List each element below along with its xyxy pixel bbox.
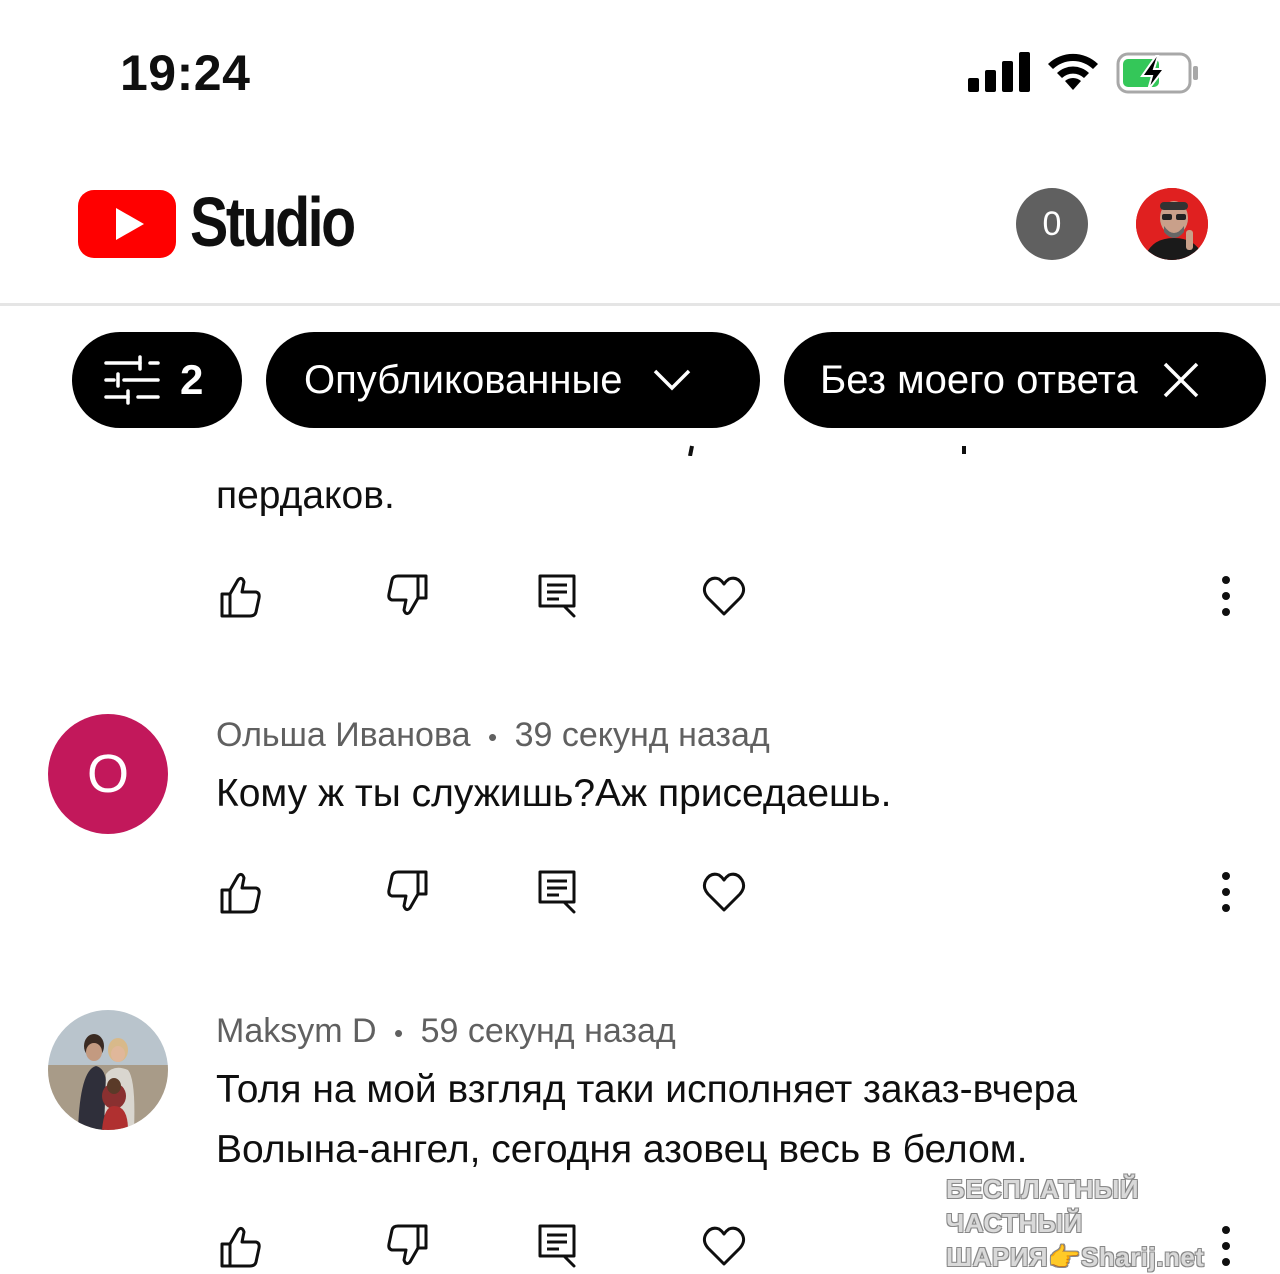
close-icon[interactable]	[1162, 361, 1200, 399]
thumbs-up-icon[interactable]	[216, 1222, 264, 1270]
thumbs-down-icon[interactable]	[384, 572, 432, 620]
thumbs-down-icon[interactable]	[384, 1222, 432, 1270]
clipped-text-fragment	[688, 445, 966, 456]
cellular-signal-icon	[968, 52, 1030, 92]
comment-time: 39 секунд назад	[514, 716, 770, 754]
thumbs-up-icon[interactable]	[216, 868, 264, 916]
status-filter-chip[interactable]: Опубликованные	[266, 332, 760, 428]
chevron-down-icon	[654, 369, 691, 391]
meta-separator: •	[394, 1018, 404, 1048]
commenter-avatar[interactable]: О	[48, 714, 168, 834]
watermark: БЕСПЛАТНЫЙ ЧАСТНЫЙ ШАРИЯ👉Sharij.net	[946, 1172, 1256, 1272]
account-avatar[interactable]	[1136, 188, 1208, 260]
avatar-letter: О	[86, 744, 129, 804]
watermark-line: БЕСПЛАТНЫЙ ЧАСТНЫЙ	[946, 1174, 1140, 1238]
studio-logo-text: Studio	[190, 183, 356, 261]
reply-comment-icon[interactable]	[534, 572, 582, 620]
comment-meta: Maksym D • 59 секунд назад	[216, 1012, 676, 1051]
reply-comment-icon[interactable]	[534, 1222, 582, 1270]
comment-time: 59 секунд назад	[420, 1012, 676, 1050]
comment-meta: Ольша Иванова • 39 секунд назад	[216, 716, 770, 755]
app-header: Studio 0	[0, 150, 1280, 306]
thumbs-down-icon[interactable]	[384, 868, 432, 916]
comment-text: Кому ж ты служишь?Аж приседаешь.	[216, 772, 892, 815]
battery-charging-icon	[1116, 52, 1198, 94]
comment-text-line: Волына-ангел, сегодня азовец весь в бело…	[216, 1128, 1028, 1171]
photo-avatar-icon	[48, 1010, 168, 1130]
notifications-button[interactable]: 0	[1016, 188, 1088, 260]
comment-actions	[0, 572, 1280, 632]
comment-text: Толя на мой взгляд таки исполняет заказ-…	[216, 1060, 1077, 1180]
comment-author[interactable]: Ольша Иванова	[216, 716, 471, 754]
filter-sliders-icon	[104, 355, 160, 405]
status-bar: 19:24	[0, 0, 1280, 140]
no-reply-filter-chip[interactable]: Без моего ответа	[784, 332, 1266, 428]
reply-comment-icon[interactable]	[534, 868, 582, 916]
watermark-line: ШАРИЯ👉Sharij.net	[946, 1242, 1205, 1272]
comment-author[interactable]: Maksym D	[216, 1012, 377, 1050]
notification-count: 0	[1042, 204, 1062, 243]
youtube-logo-icon[interactable]	[78, 190, 176, 258]
wifi-icon	[1048, 53, 1098, 90]
more-options-icon[interactable]	[1202, 572, 1250, 620]
more-options-icon[interactable]	[1202, 868, 1250, 916]
heart-icon[interactable]	[700, 868, 748, 916]
filter-count: 2	[180, 356, 204, 403]
no-reply-filter-label: Без моего ответа	[820, 357, 1138, 402]
commenter-avatar[interactable]	[48, 1010, 168, 1130]
comment-text-line: Толя на мой взгляд таки исполняет заказ-…	[216, 1068, 1078, 1111]
comment-text: пердаков.	[216, 474, 395, 517]
person-avatar-icon	[1136, 188, 1208, 260]
meta-separator: •	[488, 722, 498, 752]
heart-icon[interactable]	[700, 572, 748, 620]
thumbs-up-icon[interactable]	[216, 572, 264, 620]
comments-list: пердаков. О Ольша Иванова • 39 секунд на…	[0, 430, 1280, 1274]
status-filter-label: Опубликованные	[304, 357, 623, 402]
filter-chip-row: 2 Опубликованные Без моего ответа	[0, 332, 1280, 428]
comment-actions	[0, 868, 1280, 928]
filter-button[interactable]: 2	[72, 332, 242, 428]
status-time: 19:24	[120, 45, 251, 101]
heart-icon[interactable]	[700, 1222, 748, 1270]
